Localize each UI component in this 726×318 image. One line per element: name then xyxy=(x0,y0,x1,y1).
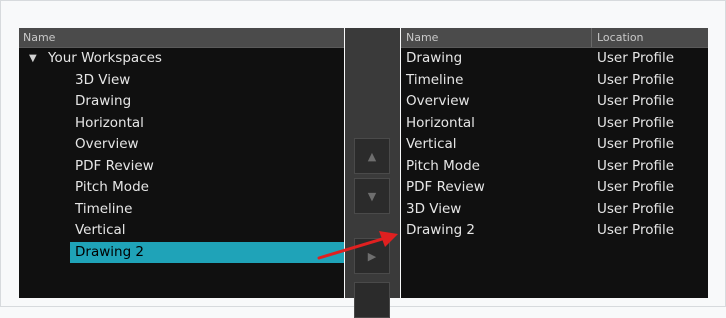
list-row[interactable]: Vertical User Profile xyxy=(401,134,708,156)
row-name: Vertical xyxy=(406,136,457,152)
row-name: 3D View xyxy=(406,200,462,217)
list-row[interactable]: Drawing User Profile xyxy=(401,48,708,70)
row-location: User Profile xyxy=(597,157,675,174)
column-divider[interactable] xyxy=(591,28,592,47)
list-row[interactable]: PDF Review User Profile xyxy=(401,177,708,199)
move-up-button[interactable]: ▲ xyxy=(354,138,390,174)
workspace-list-panel: Name Location Drawing User Profile Timel… xyxy=(401,28,708,298)
move-down-button[interactable]: ▼ xyxy=(354,178,390,214)
list-header: Name Location xyxy=(401,28,708,48)
tree-item-label: Drawing 2 xyxy=(75,243,145,260)
row-location: User Profile xyxy=(597,114,675,131)
tree-item-label: Timeline xyxy=(75,200,133,217)
column-header-location[interactable]: Location xyxy=(597,28,644,47)
column-header-name[interactable]: Name xyxy=(406,28,438,47)
row-location: User Profile xyxy=(597,50,675,66)
add-to-list-button[interactable]: ▶ xyxy=(354,238,390,274)
workspace-manager-frame: Name ▼ Your Workspaces 3D View Drawing H… xyxy=(0,0,726,318)
tree-item-pitch-mode[interactable]: Pitch Mode xyxy=(19,177,344,199)
list-row[interactable]: Drawing 2 User Profile xyxy=(401,220,708,242)
remove-from-list-button[interactable] xyxy=(354,282,390,318)
tree-root-your-workspaces[interactable]: ▼ Your Workspaces xyxy=(19,48,344,70)
tree-item-drawing[interactable]: Drawing xyxy=(19,91,344,113)
row-location: User Profile xyxy=(597,71,675,88)
tree-header-name[interactable]: Name xyxy=(19,28,344,48)
arrow-right-icon: ▶ xyxy=(367,250,377,263)
row-location: User Profile xyxy=(597,200,675,217)
tree-item-label: Drawing xyxy=(75,93,132,109)
list-row[interactable]: 3D View User Profile xyxy=(401,199,708,221)
row-location: User Profile xyxy=(597,179,675,195)
row-name: Drawing xyxy=(406,50,463,66)
row-name: Horizontal xyxy=(406,114,475,131)
arrow-down-icon: ▼ xyxy=(367,190,377,203)
workspaces-tree-panel: Name ▼ Your Workspaces 3D View Drawing H… xyxy=(19,28,344,298)
tree-item-3d-view[interactable]: 3D View xyxy=(19,70,344,92)
row-name: Overview xyxy=(406,93,470,109)
tree-item-label: Horizontal xyxy=(75,114,144,131)
tree-item-overview[interactable]: Overview xyxy=(19,134,344,156)
row-name: Drawing 2 xyxy=(406,222,476,238)
list-row[interactable]: Pitch Mode User Profile xyxy=(401,156,708,178)
tree-item-label: PDF Review xyxy=(75,157,154,174)
list-row[interactable]: Timeline User Profile xyxy=(401,70,708,92)
transfer-buttons-strip: ▲ ▼ ▶ xyxy=(345,28,400,318)
tree-item-pdf-review[interactable]: PDF Review xyxy=(19,156,344,178)
row-location: User Profile xyxy=(597,136,675,152)
list-row[interactable]: Overview User Profile xyxy=(401,91,708,113)
tree-root-label: Your Workspaces xyxy=(48,50,162,66)
tree-item-timeline[interactable]: Timeline xyxy=(19,199,344,221)
row-location: User Profile xyxy=(597,93,675,109)
tree-item-label: Vertical xyxy=(75,222,126,238)
expand-caret-icon[interactable]: ▼ xyxy=(29,48,37,69)
row-location: User Profile xyxy=(597,222,675,238)
tree-item-label: 3D View xyxy=(75,71,131,88)
arrow-up-icon: ▲ xyxy=(367,150,377,163)
tree-item-horizontal[interactable]: Horizontal xyxy=(19,113,344,135)
tree-item-drawing-2-selected[interactable]: Drawing 2 xyxy=(19,241,344,263)
list-row[interactable]: Horizontal User Profile xyxy=(401,113,708,135)
tree-item-label: Overview xyxy=(75,136,139,152)
row-name: PDF Review xyxy=(406,179,485,195)
row-name: Pitch Mode xyxy=(406,157,480,174)
tree-item-vertical[interactable]: Vertical xyxy=(19,220,344,242)
row-name: Timeline xyxy=(406,71,464,88)
tree-item-label: Pitch Mode xyxy=(75,179,149,195)
